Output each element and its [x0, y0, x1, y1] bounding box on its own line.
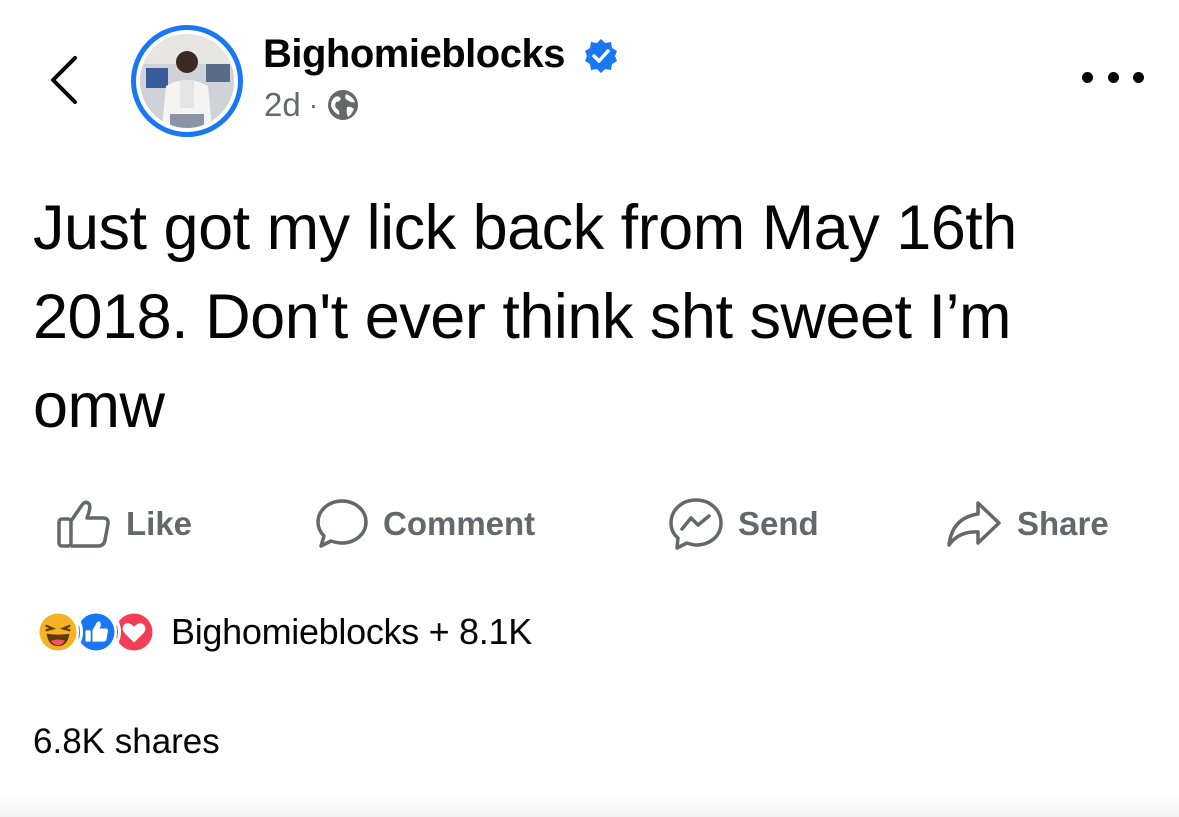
meta-separator: ·: [308, 89, 319, 120]
reaction-icons: [33, 607, 159, 657]
divider: [0, 795, 1179, 817]
profile-photo: [140, 34, 234, 128]
thumbs-up-icon: [57, 500, 110, 548]
reactions-count: Bighomieblocks + 8.1K: [171, 611, 532, 652]
post-view: Bighomieblocks 2d · Just got my lick bac…: [0, 0, 1179, 817]
author-name[interactable]: Bighomieblocks: [263, 32, 565, 77]
like-button[interactable]: Like: [56, 495, 192, 553]
shares-count[interactable]: 6.8K shares: [33, 722, 220, 762]
more-dot: [1082, 71, 1093, 83]
reactions-summary[interactable]: Bighomieblocks + 8.1K: [33, 604, 532, 660]
like-label: Like: [126, 505, 193, 542]
more-dot: [1133, 71, 1144, 83]
back-button[interactable]: [40, 52, 88, 108]
post-meta: 2d ·: [264, 86, 360, 124]
messenger-icon: [669, 498, 723, 550]
share-button[interactable]: Share: [945, 495, 1109, 553]
post-text: Just got my lick back from May 16th 2018…: [33, 193, 1017, 441]
share-label: Share: [1017, 505, 1109, 542]
timestamp[interactable]: 2d: [264, 86, 301, 124]
haha-icon: [33, 607, 83, 657]
comment-bubble-icon: [316, 499, 368, 548]
send-button[interactable]: Send: [668, 495, 819, 553]
comment-button[interactable]: Comment: [315, 495, 535, 553]
comment-label: Comment: [383, 505, 536, 542]
share-arrow-icon: [947, 501, 1001, 547]
send-label: Send: [738, 505, 819, 542]
more-dot: [1107, 71, 1119, 83]
avatar[interactable]: [131, 25, 243, 137]
verified-badge-icon: [585, 39, 617, 73]
more-options-button[interactable]: [1082, 60, 1144, 94]
chevron-left-icon: [51, 56, 77, 104]
globe-icon: [328, 90, 359, 120]
